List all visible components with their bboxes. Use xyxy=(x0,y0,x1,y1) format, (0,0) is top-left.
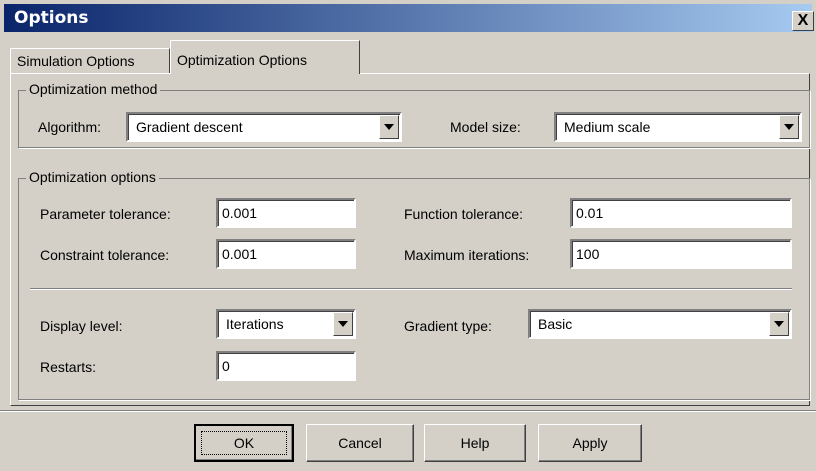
chevron-down-icon xyxy=(774,321,784,327)
ok-button[interactable]: OK xyxy=(194,424,294,462)
algorithm-dropdown-button[interactable] xyxy=(379,115,399,139)
model-size-label: Model size: xyxy=(450,119,521,135)
tab-label: Simulation Options xyxy=(17,53,135,69)
tab-optimization-options[interactable]: Optimization Options xyxy=(170,40,360,74)
gradient-type-dropdown-button[interactable] xyxy=(769,312,789,336)
help-button[interactable]: Help xyxy=(424,424,526,462)
gradient-type-selected-value: Basic xyxy=(538,316,573,332)
options-separator xyxy=(30,288,792,290)
restarts-label: Restarts: xyxy=(40,359,97,375)
maximum-iterations-input[interactable] xyxy=(570,239,792,269)
algorithm-select[interactable]: Gradient descent xyxy=(126,112,402,142)
parameter-tolerance-label: Parameter tolerance: xyxy=(40,206,171,222)
model-size-selected-value: Medium scale xyxy=(564,119,651,135)
apply-button-label: Apply xyxy=(572,435,608,451)
close-button[interactable]: X xyxy=(792,11,814,31)
help-button-label: Help xyxy=(460,435,490,451)
close-icon: X xyxy=(797,12,809,29)
function-tolerance-input[interactable] xyxy=(570,198,792,228)
tab-simulation-options[interactable]: Simulation Options xyxy=(10,48,170,74)
algorithm-selected-value: Gradient descent xyxy=(136,119,243,135)
footer-separator xyxy=(0,410,816,412)
algorithm-label: Algorithm: xyxy=(38,119,102,135)
tab-label: Optimization Options xyxy=(177,52,307,68)
title-bar[interactable]: Options X xyxy=(4,4,814,32)
model-size-dropdown-button[interactable] xyxy=(779,115,799,139)
display-level-label: Display level: xyxy=(40,318,123,334)
constraint-tolerance-input[interactable] xyxy=(216,239,356,269)
display-level-selected-value: Iterations xyxy=(226,316,284,332)
parameter-tolerance-input[interactable] xyxy=(216,198,356,228)
display-level-select[interactable]: Iterations xyxy=(216,309,356,339)
model-size-select[interactable]: Medium scale xyxy=(554,112,802,142)
gradient-type-label: Gradient type: xyxy=(404,318,492,334)
apply-button[interactable]: Apply xyxy=(538,424,642,462)
ok-button-label: OK xyxy=(233,435,255,451)
chevron-down-icon xyxy=(784,124,794,130)
optimization-options-legend: Optimization options xyxy=(26,169,159,185)
cancel-button-label: Cancel xyxy=(338,435,382,451)
options-dialog: Options X Simulation Options Optimizatio… xyxy=(0,0,816,471)
function-tolerance-label: Function tolerance: xyxy=(404,206,524,222)
window-title: Options xyxy=(14,8,89,28)
maximum-iterations-label: Maximum iterations: xyxy=(404,247,530,263)
optimization-method-legend: Optimization method xyxy=(26,81,161,97)
chevron-down-icon xyxy=(384,124,394,130)
restarts-input[interactable] xyxy=(216,351,356,381)
chevron-down-icon xyxy=(338,321,348,327)
display-level-dropdown-button[interactable] xyxy=(333,312,353,336)
constraint-tolerance-label: Constraint tolerance: xyxy=(40,247,170,263)
gradient-type-select[interactable]: Basic xyxy=(528,309,792,339)
cancel-button[interactable]: Cancel xyxy=(306,424,414,462)
